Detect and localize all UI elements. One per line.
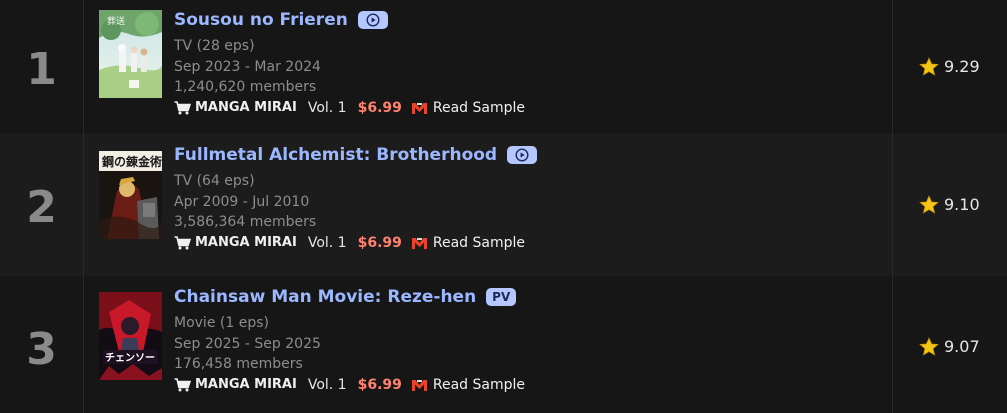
read-sample-link[interactable]: Read Sample	[433, 377, 525, 393]
anime-dates: Sep 2025 - Sep 2025	[174, 335, 321, 352]
volume-label: Vol. 1	[307, 234, 347, 251]
score-value: 9.10	[944, 195, 980, 214]
volume-label: Vol. 1	[307, 376, 347, 393]
score-value: 9.29	[944, 57, 980, 76]
poster-image[interactable]: チェンソー	[99, 292, 162, 380]
price-label: $6.99	[357, 99, 402, 116]
anime-type: TV (64 eps)	[174, 173, 255, 189]
manga-store-line: MANGA MIRAI Vol. 1 $6.99 Read Sample	[174, 100, 525, 116]
score-value: 9.07	[944, 337, 980, 356]
anime-dates: Apr 2009 - Jul 2010	[174, 193, 310, 210]
cart-icon	[174, 100, 191, 114]
play-icon	[515, 148, 529, 162]
read-sample-link[interactable]: Read Sample	[433, 100, 525, 116]
anime-title-link[interactable]: Sousou no Frieren	[174, 10, 348, 30]
anime-title-link[interactable]: Fullmetal Alchemist: Brotherhood	[174, 145, 497, 165]
entry-main: 鋼の錬金術師 Fullmetal Alchemist: Brotherhood	[84, 134, 893, 275]
cart-icon	[174, 235, 191, 249]
price-label: $6.99	[357, 376, 402, 393]
anime-title-link[interactable]: Chainsaw Man Movie: Reze-hen	[174, 287, 476, 307]
ranking-list: 1 葬送 Sousou no Frieren TV (28 eps) Sep 2…	[0, 0, 1007, 413]
rank-number: 1	[0, 0, 84, 133]
anime-members: 1,240,620 members	[174, 79, 317, 95]
poster-image[interactable]: 鋼の錬金術師	[99, 151, 162, 239]
svg-text:鋼の錬金術師: 鋼の錬金術師	[101, 154, 162, 169]
anime-members: 3,586,364 members	[174, 214, 317, 230]
ranking-row: 2 鋼の錬金術師 Fullmetal Alchemist: Brotherho	[0, 134, 1007, 276]
entry-main: 葬送 Sousou no Frieren TV (28 eps) Sep 202…	[84, 0, 893, 133]
rank-number: 3	[0, 276, 84, 413]
store-link[interactable]: MANGA MIRAI	[195, 377, 297, 392]
pv-badge[interactable]: PV	[486, 288, 517, 306]
manga-store-line: MANGA MIRAI Vol. 1 $6.99 Read Sample	[174, 235, 537, 251]
star-icon	[919, 194, 939, 214]
entry-info: Sousou no Frieren TV (28 eps) Sep 2023 -…	[174, 9, 525, 116]
svg-text:チェンソー: チェンソー	[105, 352, 155, 364]
entry-info: Chainsaw Man Movie: Reze-hen PV Movie (1…	[174, 286, 525, 393]
cart-icon	[174, 377, 191, 391]
manga-store-line: MANGA MIRAI Vol. 1 $6.99 Read Sample	[174, 377, 525, 393]
anime-dates: Sep 2023 - Mar 2024	[174, 58, 321, 75]
anime-type: TV (28 eps)	[174, 38, 255, 54]
store-link[interactable]: MANGA MIRAI	[195, 100, 297, 115]
score-cell: 9.10	[893, 134, 1007, 275]
manga-mirai-icon	[411, 379, 427, 391]
manga-mirai-icon	[411, 102, 427, 114]
play-icon	[366, 13, 380, 27]
anime-type: Movie (1 eps)	[174, 315, 269, 331]
anime-members: 176,458 members	[174, 356, 303, 372]
star-icon	[919, 56, 939, 76]
entry-main: チェンソー Chainsaw Man Movie: Reze-hen PV Mo…	[84, 276, 893, 413]
score-cell: 9.07	[893, 276, 1007, 413]
rank-number: 2	[0, 134, 84, 275]
store-link[interactable]: MANGA MIRAI	[195, 235, 297, 250]
score-cell: 9.29	[893, 0, 1007, 133]
ranking-row: 3 チェンソー Chainsaw Man Movie: Reze-hen PV	[0, 276, 1007, 413]
poster-image[interactable]: 葬送	[99, 10, 162, 98]
trailer-play-button[interactable]	[357, 11, 388, 29]
svg-text:葬送: 葬送	[107, 15, 125, 27]
volume-label: Vol. 1	[307, 99, 347, 116]
ranking-row: 1 葬送 Sousou no Frieren TV (28 eps) Sep 2…	[0, 0, 1007, 134]
star-icon	[919, 336, 939, 356]
entry-info: Fullmetal Alchemist: Brotherhood TV (64 …	[174, 144, 538, 251]
price-label: $6.99	[357, 234, 402, 251]
manga-mirai-icon	[411, 237, 427, 249]
read-sample-link[interactable]: Read Sample	[433, 235, 525, 251]
trailer-play-button[interactable]	[507, 146, 538, 164]
